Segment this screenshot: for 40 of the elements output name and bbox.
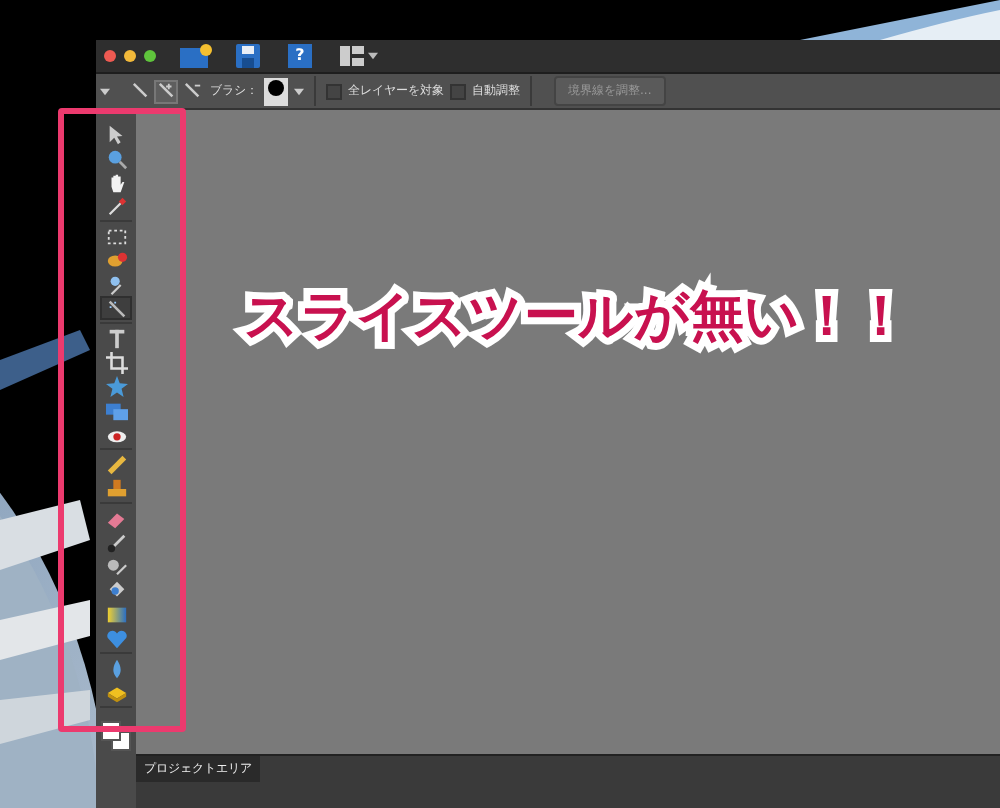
dropper-icon bbox=[105, 195, 127, 217]
window-control[interactable] bbox=[124, 50, 136, 62]
brush-icon bbox=[131, 82, 149, 100]
layout-icon bbox=[340, 46, 364, 66]
arrow-icon bbox=[105, 123, 127, 145]
help-button[interactable]: ? bbox=[288, 44, 312, 68]
window-control[interactable] bbox=[104, 50, 116, 62]
lasso-icon bbox=[105, 249, 127, 271]
new-document-icon[interactable] bbox=[180, 44, 212, 68]
dashed-rectangle-icon bbox=[105, 225, 127, 247]
brush-picker[interactable] bbox=[264, 77, 288, 105]
rectangles-icon bbox=[105, 399, 127, 421]
crop-icon bbox=[105, 351, 127, 373]
brush-icon bbox=[157, 82, 175, 100]
brush-mode-button[interactable] bbox=[180, 79, 204, 103]
bandage-icon bbox=[105, 453, 127, 475]
annotation-text: スライスツールが無い！！ bbox=[242, 284, 910, 352]
sparkle-brush-icon bbox=[105, 297, 127, 319]
heart-icon bbox=[105, 627, 127, 649]
window-control[interactable] bbox=[144, 50, 156, 62]
tool-button[interactable] bbox=[100, 350, 132, 374]
color-swatches-icon[interactable] bbox=[100, 720, 132, 752]
caret-icon[interactable] bbox=[294, 87, 304, 95]
checkbox[interactable] bbox=[326, 83, 342, 99]
caret-icon bbox=[368, 52, 378, 60]
checkbox[interactable] bbox=[450, 83, 466, 99]
layout-menu[interactable] bbox=[340, 46, 378, 66]
magnifier-icon bbox=[105, 147, 127, 169]
star-icon bbox=[105, 375, 127, 397]
wand-icon bbox=[105, 273, 127, 295]
brush-icon bbox=[183, 82, 201, 100]
caret-icon[interactable] bbox=[100, 87, 110, 95]
brush-icon bbox=[105, 531, 127, 553]
gradient-icon bbox=[105, 603, 127, 625]
save-icon[interactable] bbox=[236, 44, 260, 68]
brush-mode-button[interactable] bbox=[154, 79, 178, 103]
stamp-icon bbox=[105, 477, 127, 499]
text-tool-icon bbox=[105, 327, 127, 349]
brush-mode-button[interactable] bbox=[128, 79, 152, 103]
tool-button[interactable] bbox=[100, 296, 132, 320]
